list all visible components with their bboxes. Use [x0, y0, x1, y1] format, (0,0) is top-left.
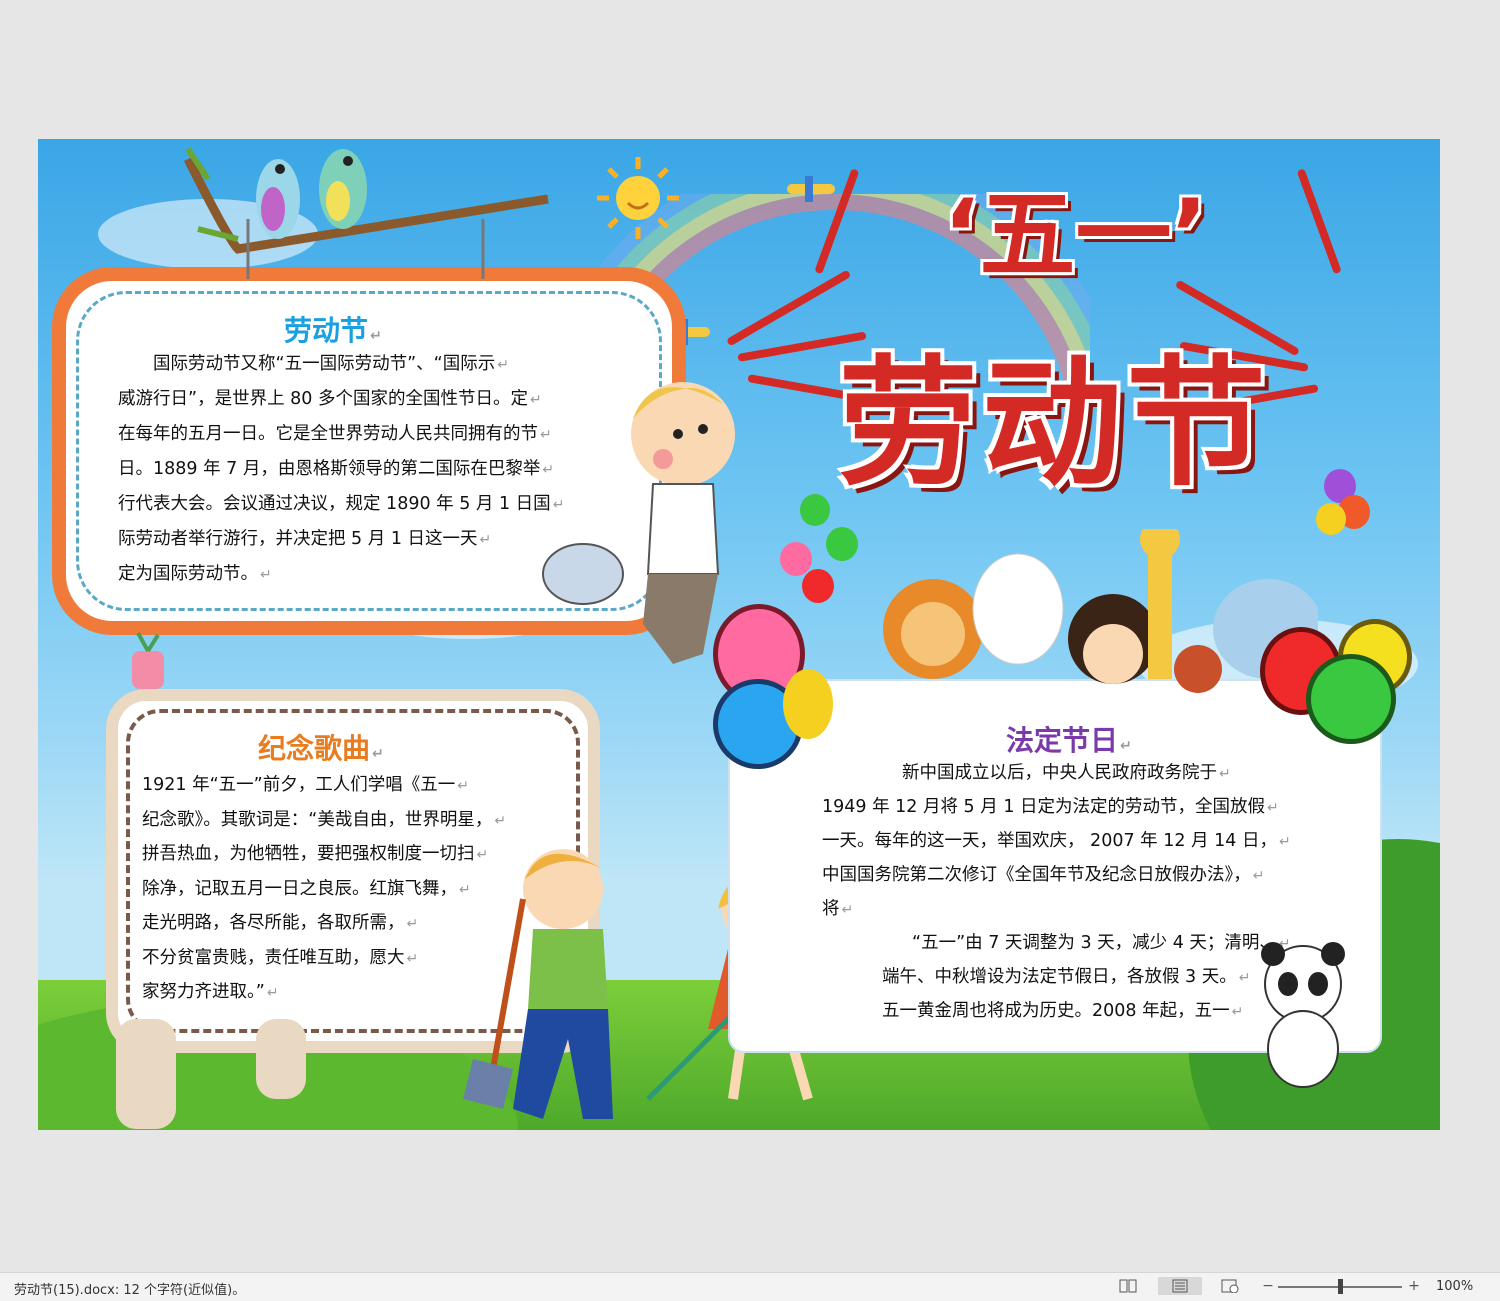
balloon — [826, 527, 858, 561]
paragraph-mark: ↵ — [457, 778, 469, 794]
paragraph-mark: ↵ — [406, 916, 419, 932]
balloon — [1306, 654, 1396, 744]
panda-illustration — [1261, 942, 1345, 1088]
zoom-slider-thumb[interactable] — [1338, 1279, 1343, 1294]
document-info: 劳动节(15).docx: 12 个字符(近似值)。 — [14, 1283, 246, 1298]
paragraph-mark: ↵ — [1231, 1004, 1244, 1020]
text-line: 纪念歌》。其歌词是：“美哉自由，世界明星， ↵ — [142, 809, 507, 830]
flower-pot-icon — [132, 632, 164, 689]
poster-title-line1: ‘五一’ — [943, 179, 1208, 291]
paragraph-mark: ↵ — [497, 357, 509, 373]
status-bar: 劳动节(15).docx: 12 个字符(近似值)。 − + 100% — [0, 1272, 1500, 1301]
paragraph-mark: ↵ — [260, 567, 272, 583]
airplane-icon — [787, 176, 835, 202]
paragraph-mark: ↵ — [841, 902, 854, 918]
zoom-out-button[interactable]: − — [1258, 1277, 1278, 1295]
balloon — [802, 569, 834, 603]
paragraph-mark: ↵ — [479, 532, 492, 548]
text-line: 新中国成立以后，中央人民政府政务院于 ↵ — [902, 763, 1231, 783]
zoom-in-button[interactable]: + — [1404, 1277, 1424, 1295]
labor-day-heading: 劳动节 ↵ — [284, 314, 382, 347]
document-canvas: ‘五一’ 劳动节 劳动节 ↵ 国际劳动节又称“五一国际劳动节”、“国际示 ↵ 威游行… — [0, 0, 1500, 1272]
print-layout-icon[interactable] — [1158, 1277, 1202, 1295]
text-line: 1921 年“五一”前夕，工人们学唱《五一 ↵ — [142, 775, 469, 795]
paragraph-mark: ↵ — [266, 985, 279, 1001]
legal-holiday-heading: 法定节日 ↵ — [1006, 724, 1132, 757]
text-line: 一天。每年的这一天，举国欢庆， 2007 年 12 月 14 日， ↵ — [822, 831, 1291, 851]
sun-icon — [597, 157, 679, 239]
paragraph-mark: ↵ — [1278, 834, 1291, 850]
poster-page: ‘五一’ 劳动节 劳动节 ↵ 国际劳动节又称“五一国际劳动节”、“国际示 ↵ 威游行… — [38, 139, 1440, 1130]
text-line: 1949 年 12 月将 5 月 1 日定为法定的劳动节，全国放假 ↵ — [822, 797, 1279, 817]
paragraph-mark: ↵ — [1219, 766, 1231, 782]
zoom-level[interactable]: 100% — [1436, 1279, 1473, 1294]
animals-group-illustration — [883, 529, 1318, 693]
balloon — [800, 494, 830, 526]
paragraph-mark: ↵ — [1252, 868, 1265, 884]
balloon — [1316, 503, 1346, 535]
web-layout-icon[interactable] — [1220, 1277, 1240, 1295]
memorial-song-heading: 纪念歌曲 ↵ — [258, 732, 384, 765]
text-line: 将 ↵ — [822, 899, 854, 919]
paragraph-mark: ↵ — [406, 950, 419, 967]
paragraph-mark: ↵ — [494, 812, 507, 829]
poster-title-line2: 劳动节 — [838, 343, 1271, 506]
balloon — [780, 542, 812, 576]
balloon — [783, 669, 833, 739]
paragraph-mark: ↵ — [1267, 800, 1279, 816]
read-mode-icon[interactable] — [1118, 1277, 1138, 1295]
text-line: 中国国务院第二次修订《全国年节及纪念日放假办法》， ↵ — [822, 865, 1265, 885]
hanging-rope-icon — [246, 219, 485, 279]
